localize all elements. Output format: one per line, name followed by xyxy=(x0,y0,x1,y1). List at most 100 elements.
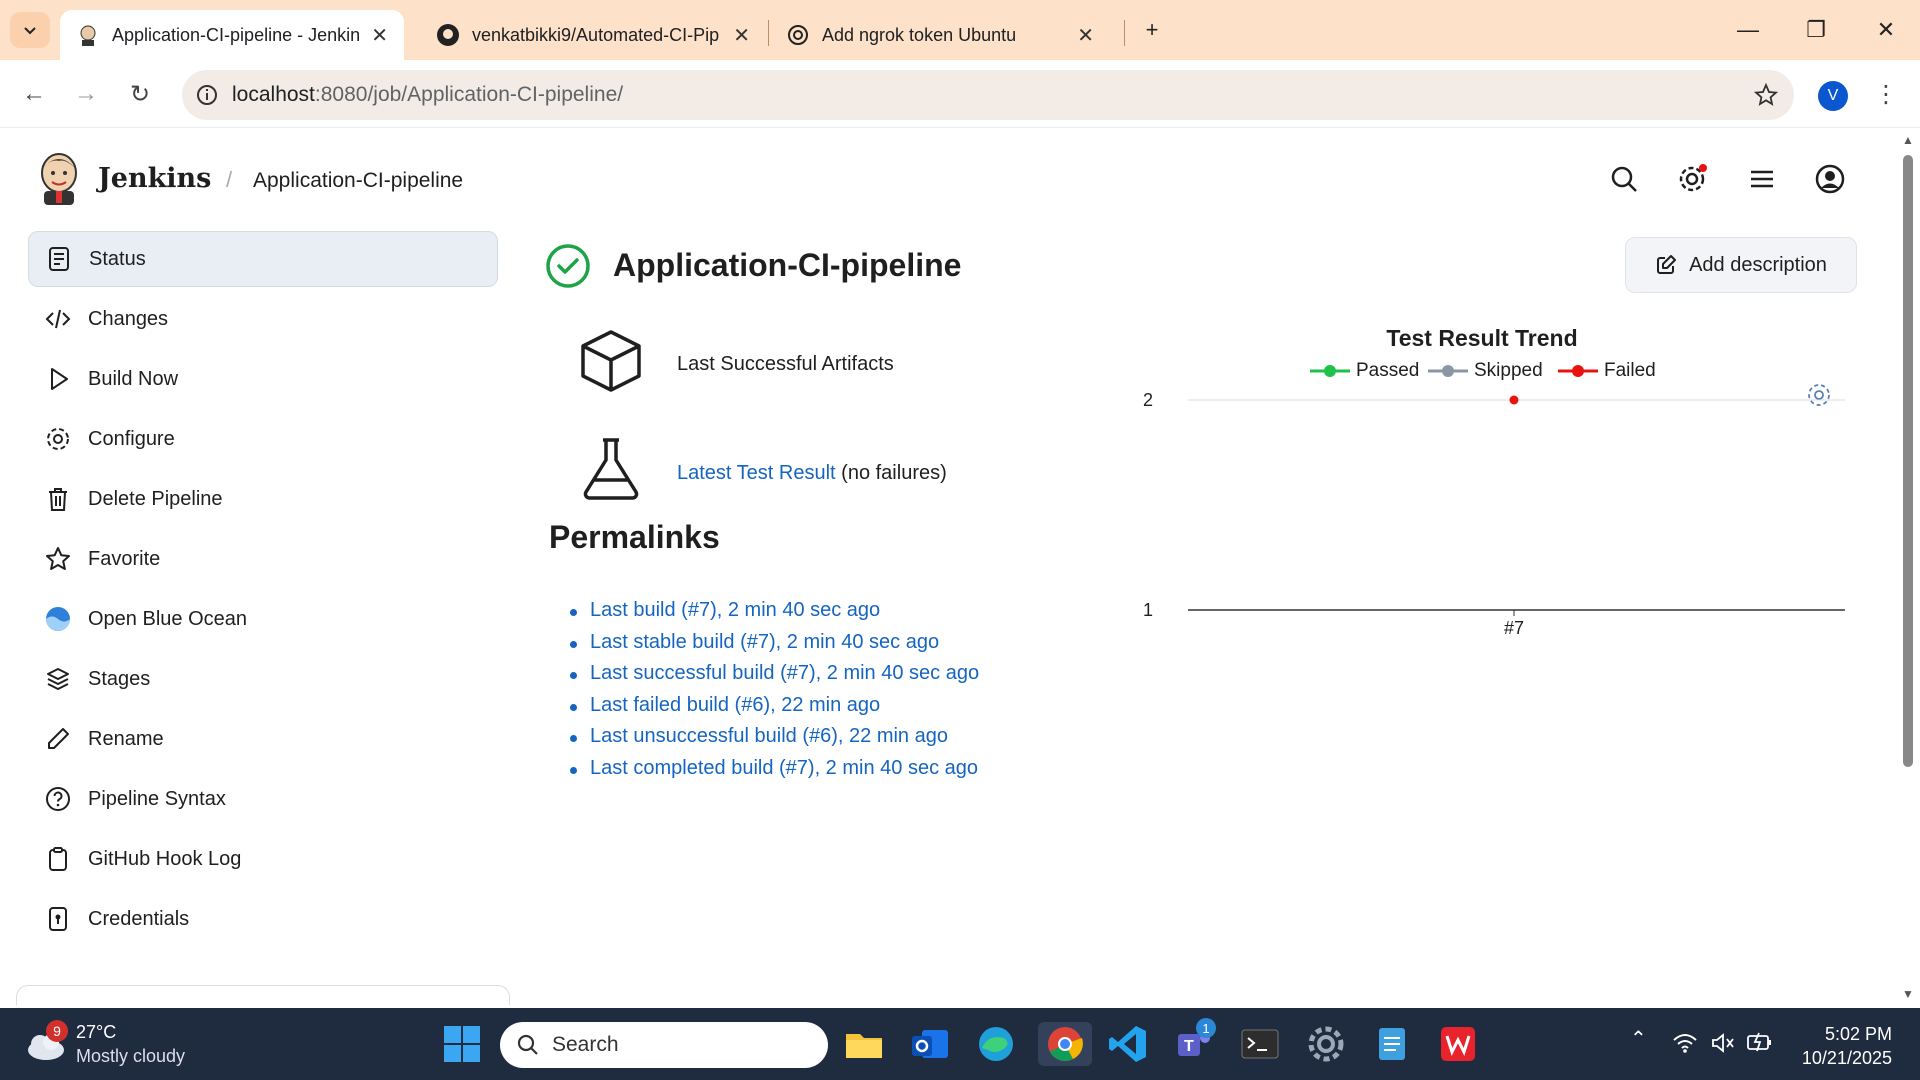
settings-gear-icon[interactable] xyxy=(1304,1022,1348,1066)
back-button[interactable]: ← xyxy=(14,74,54,114)
sidebar-item-label: GitHub Hook Log xyxy=(88,847,242,870)
sidebar-item-stages[interactable]: Stages xyxy=(28,651,498,707)
search-icon[interactable] xyxy=(1608,163,1640,195)
outlook-icon[interactable] xyxy=(908,1022,952,1066)
notepad-icon[interactable] xyxy=(1370,1022,1414,1066)
new-tab-button[interactable]: + xyxy=(1132,12,1172,48)
clock-date: 10/21/2025 xyxy=(1801,1048,1892,1068)
sidebar-item-rename[interactable]: Rename xyxy=(28,711,498,767)
legend-label: Passed xyxy=(1356,360,1420,381)
wifi-icon[interactable] xyxy=(1672,1032,1698,1054)
breadcrumb[interactable]: Application-CI-pipeline xyxy=(253,169,463,193)
close-window-button[interactable]: ✕ xyxy=(1866,12,1906,48)
manage-jenkins-gear-icon[interactable] xyxy=(1676,163,1708,195)
minimize-button[interactable]: — xyxy=(1728,12,1768,48)
system-clock[interactable]: 5:02 PM 10/21/2025 xyxy=(1802,1022,1892,1070)
close-icon[interactable]: ✕ xyxy=(733,23,750,48)
omnibox[interactable]: localhost:8080/job/Application-CI-pipeli… xyxy=(182,70,1794,120)
sidebar-item-build-now[interactable]: Build Now xyxy=(28,351,498,407)
sidebar-item-label: Rename xyxy=(88,727,164,750)
site-info-icon[interactable] xyxy=(196,84,218,106)
chrome-taskbar-button[interactable] xyxy=(1038,1022,1092,1066)
sidebar-item-open-blue-ocean[interactable]: Open Blue Ocean xyxy=(28,591,498,647)
close-icon[interactable]: ✕ xyxy=(371,23,388,48)
last-successful-artifacts-link[interactable]: Last Successful Artifacts xyxy=(677,353,894,376)
chrome-icon xyxy=(1048,1027,1083,1061)
permalink-last-successful-build[interactable]: Last successful build (#7), 2 min 40 sec… xyxy=(590,662,979,684)
legend-label: Failed xyxy=(1604,360,1656,381)
legend-passed[interactable]: Passed xyxy=(1310,360,1419,382)
blue-ocean-icon xyxy=(28,605,88,633)
restore-button[interactable]: ❐ xyxy=(1796,12,1836,48)
sidebar-item-label: Status xyxy=(89,247,146,270)
weather-widget[interactable]: 9 27°C Mostly cloudy xyxy=(24,1020,224,1070)
legend-skipped[interactable]: Skipped xyxy=(1428,360,1543,382)
volume-muted-icon[interactable] xyxy=(1710,1032,1736,1054)
weather-badge: 9 xyxy=(46,1020,68,1042)
star-icon xyxy=(28,545,88,573)
tab-chatgpt[interactable]: Add ngrok token Ubuntu ✕ xyxy=(770,10,1110,60)
sidebar-item-favorite[interactable]: Favorite xyxy=(28,531,498,587)
taskbar-search[interactable]: Search xyxy=(500,1022,828,1068)
minimize-icon: — xyxy=(1737,17,1759,42)
sidebar-item-label: Open Blue Ocean xyxy=(88,607,247,630)
y-tick-label: 2 xyxy=(1143,390,1153,410)
scroll-down-arrow-icon[interactable]: ▼ xyxy=(1902,987,1914,1001)
github-icon xyxy=(437,24,459,46)
jenkins-brand[interactable]: Jenkins xyxy=(98,163,211,194)
wps-office-icon[interactable] xyxy=(1436,1022,1480,1066)
permalink-last-failed-build[interactable]: Last failed build (#6), 22 min ago xyxy=(590,694,880,716)
plus-icon: + xyxy=(1145,17,1159,42)
sidebar-item-status[interactable]: Status xyxy=(28,231,498,287)
legend-failed-marker xyxy=(1558,365,1598,377)
legend-label: Skipped xyxy=(1474,360,1543,381)
battery-charging-icon[interactable] xyxy=(1746,1030,1772,1054)
gear-icon xyxy=(28,425,88,453)
list-item: Last completed build (#7), 2 min 40 sec … xyxy=(569,757,979,789)
chevron-up-icon[interactable]: ⌃ xyxy=(1630,1026,1647,1051)
sidebar-item-delete-pipeline[interactable]: Delete Pipeline xyxy=(28,471,498,527)
permalink-last-stable-build[interactable]: Last stable build (#7), 2 min 40 sec ago xyxy=(590,631,939,653)
sidebar-item-label: Favorite xyxy=(88,547,161,570)
teams-taskbar-button[interactable]: T 1 xyxy=(1172,1018,1216,1066)
vscode-icon[interactable] xyxy=(1106,1022,1150,1066)
tab-search-button[interactable] xyxy=(10,12,50,48)
jenkins-logo-icon[interactable] xyxy=(36,151,82,207)
edge-icon[interactable] xyxy=(974,1022,1018,1066)
sidebar-item-github-hook-log[interactable]: GitHub Hook Log xyxy=(28,831,498,887)
latest-test-result-link[interactable]: Latest Test Result xyxy=(677,462,836,484)
user-account-icon[interactable] xyxy=(1814,163,1846,195)
hamburger-menu-icon[interactable] xyxy=(1746,163,1778,195)
permalinks-list: Last build (#7), 2 min 40 sec ago Last s… xyxy=(569,599,979,789)
legend-skipped-marker xyxy=(1428,365,1468,377)
sidebar-item-configure[interactable]: Configure xyxy=(28,411,498,467)
sidebar-item-pipeline-syntax[interactable]: Pipeline Syntax xyxy=(28,771,498,827)
legend-failed[interactable]: Failed xyxy=(1558,360,1656,382)
sidebar-item-label: Changes xyxy=(88,307,169,330)
close-icon[interactable]: ✕ xyxy=(1077,23,1094,48)
tab-github[interactable]: venkatbikki9/Automated-CI-Pip ✕ xyxy=(420,10,766,60)
x-tick-label: #7 xyxy=(1504,618,1524,638)
weather-desc: Mostly cloudy xyxy=(76,1046,186,1066)
more-vertical-icon: ⋮ xyxy=(1874,80,1898,108)
scrollbar-thumb[interactable] xyxy=(1903,155,1913,767)
edit-icon xyxy=(1657,255,1677,274)
forward-button[interactable]: → xyxy=(66,74,106,114)
sidebar-item-credentials[interactable]: Credentials xyxy=(28,891,498,947)
weather-temp: 27°C xyxy=(76,1022,117,1042)
scroll-up-arrow-icon[interactable]: ▲ xyxy=(1902,133,1914,147)
windows-start-icon[interactable] xyxy=(440,1022,484,1066)
file-explorer-icon[interactable] xyxy=(842,1022,886,1066)
permalink-last-completed-build[interactable]: Last completed build (#7), 2 min 40 sec … xyxy=(590,757,978,779)
reload-button[interactable]: ↻ xyxy=(120,74,160,114)
terminal-icon[interactable] xyxy=(1238,1022,1282,1066)
permalink-last-build[interactable]: Last build (#7), 2 min 40 sec ago xyxy=(590,599,880,621)
sidebar-item-changes[interactable]: Changes xyxy=(28,291,498,347)
add-description-button[interactable]: Add description xyxy=(1625,237,1857,293)
tab-jenkins[interactable]: Application-CI-pipeline - Jenkin ✕ xyxy=(60,10,404,60)
profile-avatar[interactable]: V xyxy=(1818,81,1848,111)
bookmark-star-icon[interactable] xyxy=(1754,83,1778,107)
permalink-last-unsuccessful-build[interactable]: Last unsuccessful build (#6), 22 min ago xyxy=(590,725,948,747)
page-scrollbar[interactable]: ▲ ▼ xyxy=(1896,129,1920,1006)
browser-menu-button[interactable]: ⋮ xyxy=(1866,74,1906,114)
